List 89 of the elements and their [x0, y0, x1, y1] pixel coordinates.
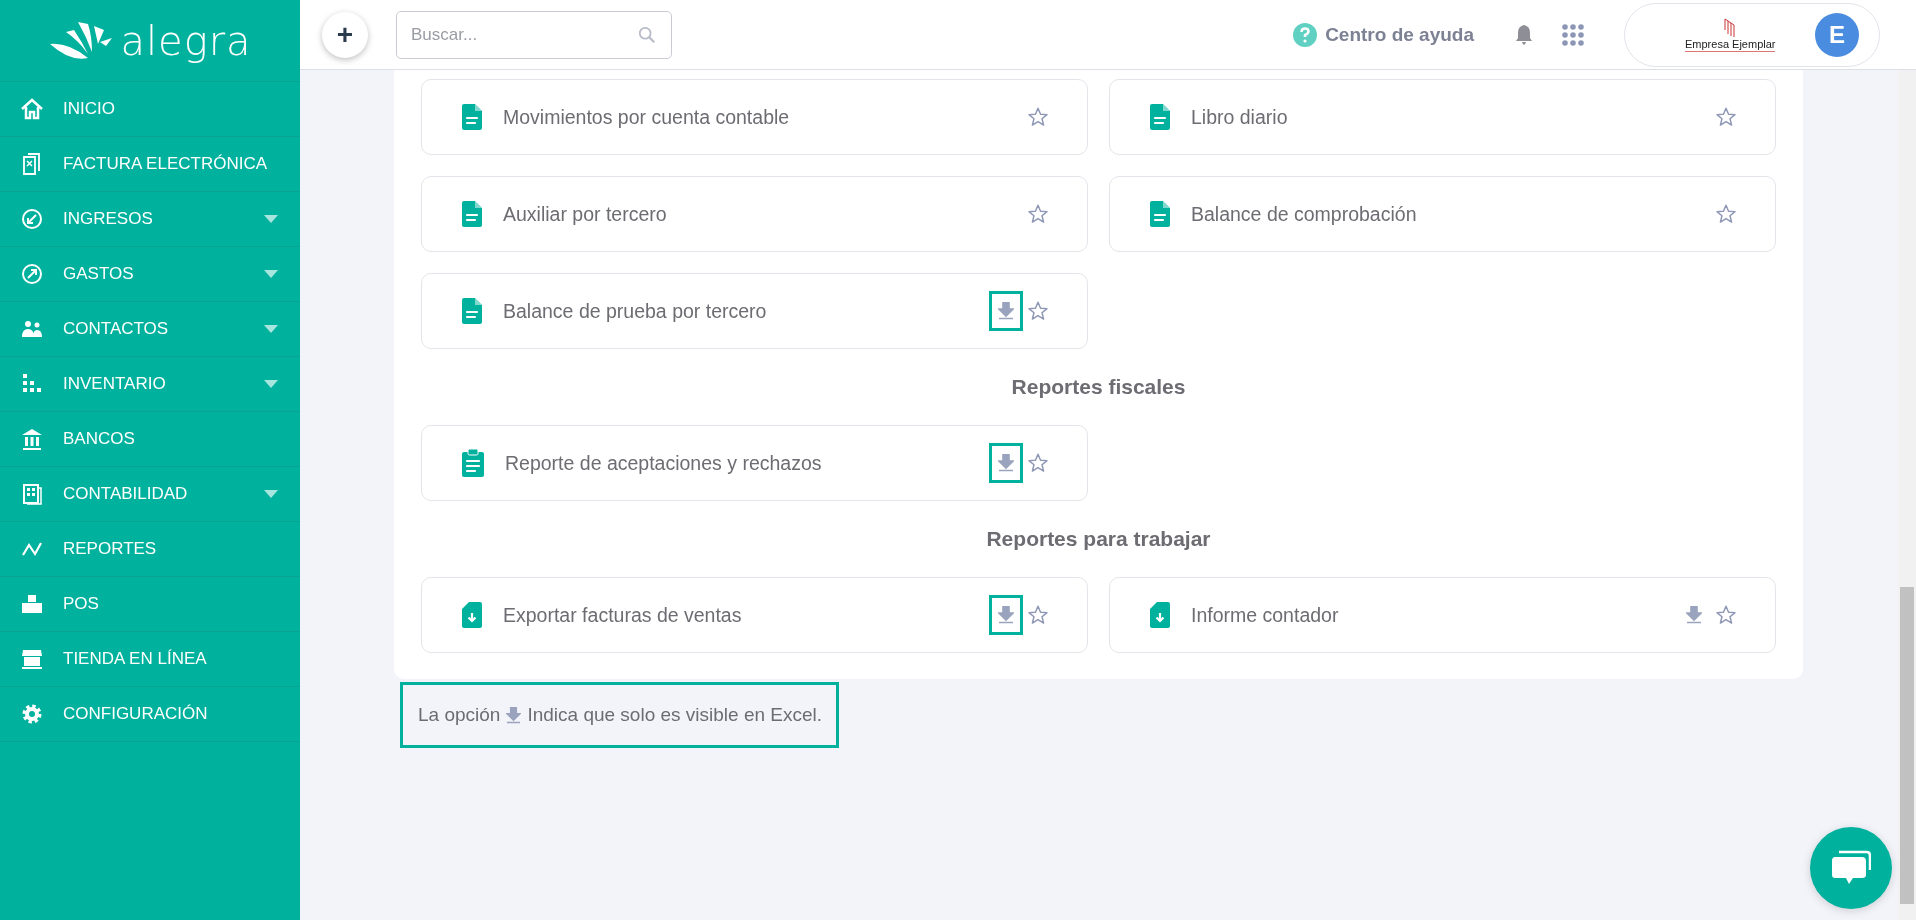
document-icon — [462, 298, 482, 324]
nav-item[interactable]: INGRESOS — [0, 192, 300, 247]
document-icon — [1150, 201, 1170, 227]
download-icon[interactable] — [998, 606, 1014, 624]
report-card[interactable]: Exportar facturas de ventas — [421, 577, 1088, 653]
company-logo-icon — [1724, 17, 1737, 38]
notification-bell-icon[interactable] — [1514, 23, 1534, 46]
favorite-star-icon[interactable] — [1027, 203, 1049, 225]
favorite-star-icon[interactable] — [1715, 203, 1737, 225]
section-title: Reportes para trabajar — [985, 526, 1212, 552]
note-text: La opción — [418, 704, 501, 726]
logo-text: alegra — [120, 17, 252, 64]
favorite-star-icon[interactable] — [1027, 106, 1049, 128]
accounting-icon — [20, 482, 44, 506]
scrollbar-thumb[interactable] — [1900, 587, 1914, 904]
bank-icon — [20, 427, 44, 451]
nav-label: INGRESOS — [63, 209, 154, 229]
clipboard-icon — [462, 449, 484, 477]
store-icon — [20, 647, 44, 671]
help-link[interactable]: Centro de ayuda — [1325, 23, 1474, 46]
logo-icon — [48, 19, 115, 62]
nav-label: INICIO — [63, 99, 116, 119]
expense-icon — [20, 262, 44, 286]
nav-label: CONTABILIDAD — [63, 484, 189, 504]
report-name: Exportar facturas de ventas — [503, 603, 743, 627]
nav-item[interactable]: CONTACTOS — [0, 302, 300, 357]
download-icon[interactable] — [998, 302, 1014, 320]
nav-label: TIENDA EN LÍNEA — [63, 649, 208, 669]
apps-grid-icon[interactable] — [1562, 23, 1584, 46]
note-text: Indica que solo es visible en Excel. — [527, 704, 823, 726]
nav-label: INVENTARIO — [63, 374, 167, 394]
nav-label: GASTOS — [63, 264, 135, 284]
document-icon — [1150, 104, 1170, 130]
nav-item[interactable]: GASTOS — [0, 247, 300, 302]
search-icon — [638, 25, 656, 44]
user-avatar[interactable]: E — [1815, 12, 1859, 57]
nav-item[interactable]: INICIO — [0, 82, 300, 137]
download-icon[interactable] — [1686, 606, 1702, 624]
nav-item[interactable]: INVENTARIO — [0, 357, 300, 412]
favorite-star-icon[interactable] — [1715, 106, 1737, 128]
nav-item[interactable]: CONFIGURACIÓN — [0, 687, 300, 742]
nav-item[interactable]: TIENDA EN LÍNEA — [0, 632, 300, 687]
report-name: Balance de prueba por tercero — [503, 299, 768, 323]
nav-item[interactable]: REPORTES — [0, 522, 300, 577]
income-icon — [20, 207, 44, 231]
report-card[interactable]: Informe contador — [1109, 577, 1776, 653]
nav-label: FACTURA ELECTRÓNICA — [63, 154, 269, 174]
report-name: Balance de comprobación — [1191, 202, 1418, 226]
report-name: Movimientos por cuenta contable — [503, 105, 791, 129]
document-icon — [462, 104, 482, 130]
favorite-star-icon[interactable] — [1027, 300, 1049, 322]
nav-label: CONTACTOS — [63, 319, 170, 339]
report-card[interactable]: Movimientos por cuenta contable — [421, 79, 1088, 155]
favorite-star-icon[interactable] — [1027, 604, 1049, 626]
scrollbar[interactable] — [1898, 70, 1916, 920]
file-download-icon — [1150, 602, 1170, 628]
report-card[interactable]: Reporte de aceptaciones y rechazos — [421, 425, 1088, 501]
nav-label: CONFIGURACIÓN — [63, 704, 209, 724]
nav-label: REPORTES — [63, 539, 158, 559]
nav-item[interactable]: BANCOS — [0, 412, 300, 467]
file-download-icon — [462, 602, 482, 628]
favorite-star-icon[interactable] — [1715, 604, 1737, 626]
nav-item[interactable]: CONTABILIDAD — [0, 467, 300, 522]
nav-label: BANCOS — [63, 429, 136, 449]
report-card[interactable]: Auxiliar por tercero — [421, 176, 1088, 252]
report-card[interactable]: Balance de prueba por tercero — [421, 273, 1088, 349]
report-name: Reporte de aceptaciones y rechazos — [505, 451, 823, 475]
chat-bubble-icon — [1831, 850, 1871, 886]
report-card[interactable]: Balance de comprobación — [1109, 176, 1776, 252]
section-title: Reportes fiscales — [1010, 374, 1187, 400]
nav-item[interactable]: POS — [0, 577, 300, 632]
report-name: Informe contador — [1191, 603, 1340, 627]
search-field[interactable]: Buscar... — [396, 10, 672, 59]
pos-icon — [20, 592, 44, 616]
favorite-star-icon[interactable] — [1027, 452, 1049, 474]
help-icon[interactable] — [1293, 22, 1318, 47]
download-icon — [506, 706, 522, 724]
report-name: Libro diario — [1191, 105, 1289, 129]
download-icon[interactable] — [998, 454, 1014, 472]
add-button[interactable]: + — [322, 11, 368, 58]
report-name: Auxiliar por tercero — [503, 202, 668, 226]
settings-icon — [20, 702, 44, 726]
home-icon — [20, 97, 44, 121]
document-icon — [462, 201, 482, 227]
nav-label: POS — [63, 594, 100, 614]
report-card[interactable]: Libro diario — [1109, 79, 1776, 155]
nav-item[interactable]: FACTURA ELECTRÓNICA — [0, 137, 300, 192]
chat-button[interactable] — [1810, 827, 1892, 909]
company-name: Empresa Ejemplar — [1685, 37, 1776, 50]
